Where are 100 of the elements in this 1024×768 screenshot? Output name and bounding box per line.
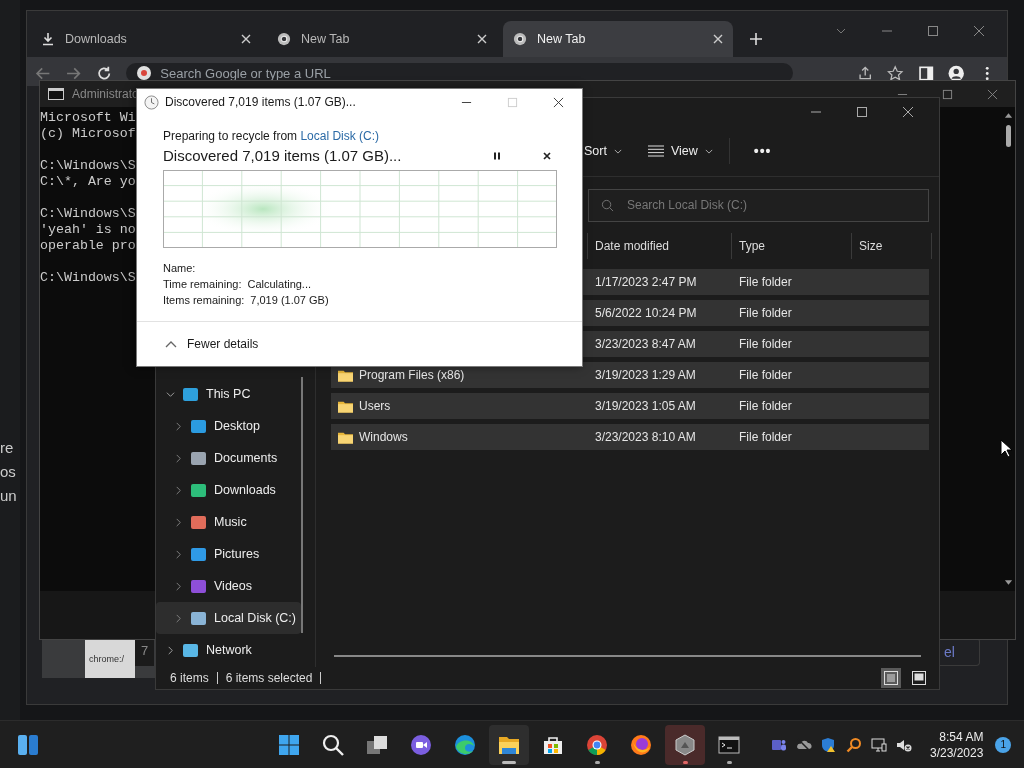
magnifier-icon[interactable] xyxy=(846,736,862,753)
chevron-up-icon xyxy=(165,340,177,348)
chevron-down-icon xyxy=(613,148,622,154)
fox-circle-icon xyxy=(629,732,653,757)
reload-icon[interactable] xyxy=(95,64,113,82)
nav-item[interactable]: Music xyxy=(156,506,301,538)
browser-tab[interactable]: Downloads xyxy=(31,21,261,57)
browser-tab[interactable]: New Tab xyxy=(503,21,733,57)
window-title: Administrato xyxy=(72,87,139,101)
download-thumbnail[interactable]: chrome:/ xyxy=(85,640,135,678)
side-panel-icon[interactable] xyxy=(917,64,935,82)
time-text: 8:54 AM xyxy=(939,728,984,745)
page-text: os xyxy=(0,462,17,482)
notification-badge[interactable]: 1 xyxy=(995,736,1012,753)
column-header[interactable]: Size xyxy=(852,233,932,259)
more-button[interactable]: ••• xyxy=(745,137,780,165)
console-line: operable pro xyxy=(40,238,136,254)
chevron-icon[interactable] xyxy=(174,613,183,623)
close-icon[interactable] xyxy=(553,96,564,108)
close-icon[interactable] xyxy=(542,150,552,161)
search-field[interactable]: Search Local Disk (C:) xyxy=(588,188,929,222)
console-line: C:\*, Are yo xyxy=(40,174,136,190)
chevron-down-icon xyxy=(704,148,713,154)
tile-icon xyxy=(912,671,926,685)
view-button[interactable]: View xyxy=(639,138,730,164)
type-cell-text: File folder xyxy=(738,306,793,320)
chevron-icon[interactable] xyxy=(174,453,183,463)
nav-item[interactable]: Network xyxy=(156,634,301,666)
chevron-icon[interactable] xyxy=(174,581,183,591)
clock-button[interactable]: 8:54 AM 3/23/2023 xyxy=(930,728,984,761)
pause-icon[interactable] xyxy=(492,150,502,161)
console-line: Microsoft Wi xyxy=(40,110,136,126)
file-name: Windows xyxy=(359,430,408,444)
wave-circle-icon xyxy=(453,732,477,757)
shield-warning-icon[interactable] xyxy=(821,736,837,753)
column-header[interactable]: Date modified xyxy=(588,233,732,259)
thumbnail-caption: chrome:/ xyxy=(88,654,124,664)
file-row[interactable]: Program Files (x86) 3/19/2023 1:29 AM File folder xyxy=(331,362,929,388)
close-icon[interactable] xyxy=(902,106,914,118)
share-icon[interactable] xyxy=(856,64,874,82)
nav-item[interactable]: Videos xyxy=(156,570,301,602)
chevron-icon[interactable] xyxy=(174,517,183,527)
status-text: 6 items xyxy=(170,671,209,685)
nav-item[interactable]: Pictures xyxy=(156,538,301,570)
date-cell-text: 3/19/2023 1:29 AM xyxy=(594,368,697,382)
list-icon xyxy=(647,145,664,157)
file-row[interactable]: Users 3/19/2023 1:05 AM File folder xyxy=(331,393,929,419)
nav-item[interactable]: Local Disk (C:) xyxy=(156,602,301,634)
chevron-icon[interactable] xyxy=(166,389,175,399)
new-tab-icon[interactable] xyxy=(749,32,763,46)
clock-icon xyxy=(144,94,159,110)
chevron-icon[interactable] xyxy=(174,549,183,559)
maximize-icon xyxy=(507,96,518,108)
taskbar-button[interactable] xyxy=(665,724,705,765)
date-cell-text: 3/19/2023 1:05 AM xyxy=(594,399,697,413)
date-cell-text: 3/23/2023 8:10 AM xyxy=(594,430,697,444)
fewer-details-button[interactable]: Fewer details xyxy=(165,337,259,351)
maximize-icon[interactable] xyxy=(942,88,953,100)
console-line: (c) Microsof xyxy=(40,126,136,142)
nav-item[interactable]: Desktop xyxy=(156,410,301,442)
console-line: 'yeah' is no xyxy=(40,222,136,238)
tiles-view-button[interactable] xyxy=(909,668,929,688)
source-link[interactable]: Local Disk (C:) xyxy=(300,129,380,143)
type-cell-text: File folder xyxy=(738,275,793,289)
nav-item[interactable]: Downloads xyxy=(156,474,301,506)
download-icon xyxy=(41,32,55,46)
file-row[interactable]: Windows 3/23/2023 8:10 AM File folder xyxy=(331,424,929,450)
maximize-icon[interactable] xyxy=(927,25,939,37)
date-text: 3/23/2023 xyxy=(930,744,984,761)
scroll-down-icon[interactable] xyxy=(1003,579,1013,587)
status-text: Preparing to recycle from Local Disk (C:) xyxy=(163,129,381,143)
video-chat-icon xyxy=(409,732,433,757)
star-icon[interactable] xyxy=(887,64,904,82)
browser-tab[interactable]: New Tab xyxy=(267,21,497,57)
search-icon xyxy=(601,198,614,212)
taskbar-button[interactable] xyxy=(489,724,529,765)
console-line: C:\Windows\S xyxy=(40,206,136,222)
chevron-icon[interactable] xyxy=(174,421,183,431)
detail-label: Time remaining: xyxy=(163,277,242,292)
file-name: Program Files (x86) xyxy=(359,368,465,382)
console-line: C:\Windows\S xyxy=(40,270,136,286)
type-cell-text: File folder xyxy=(738,399,793,413)
date-cell-text: 3/23/2023 8:47 AM xyxy=(594,337,697,351)
profile-icon[interactable] xyxy=(948,64,965,82)
chevron-icon[interactable] xyxy=(174,485,183,495)
detail-value: Calculating... xyxy=(247,277,312,292)
widgets-icon[interactable] xyxy=(17,733,39,756)
column-header[interactable]: Type xyxy=(732,233,852,259)
console-line: C:\Windows\S xyxy=(40,158,136,174)
maximize-icon[interactable] xyxy=(856,106,868,118)
detail-label: Name: xyxy=(163,261,196,276)
nav-item[interactable]: This PC xyxy=(156,378,301,410)
cursor-icon xyxy=(1000,439,1012,458)
date-cell-text: 5/6/2022 10:24 PM xyxy=(594,306,698,320)
chevron-icon[interactable] xyxy=(166,645,175,655)
nav-item[interactable]: Documents xyxy=(156,442,301,474)
list-icon xyxy=(884,671,898,685)
details-view-button[interactable] xyxy=(881,668,901,688)
scroll-thumb[interactable] xyxy=(1005,125,1011,147)
scroll-up-icon[interactable] xyxy=(1003,111,1013,119)
